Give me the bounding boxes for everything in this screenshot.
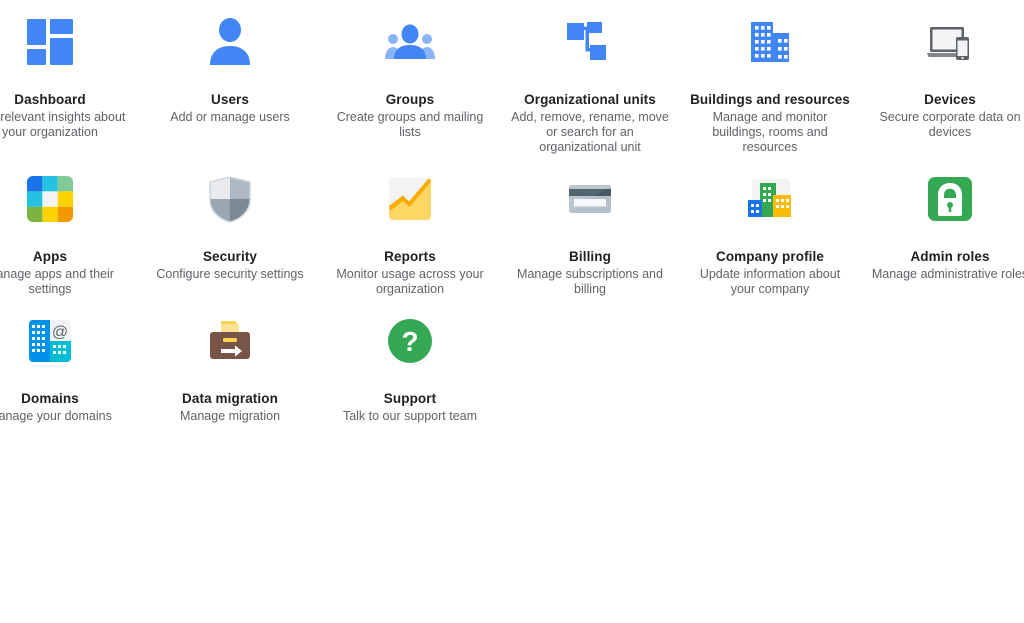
app-tile-grid: Dashboard See relevant insights about yo…: [0, 14, 1024, 440]
tile-description: Monitor usage across your organization: [336, 267, 484, 296]
tile-title: Organizational units: [524, 92, 656, 107]
admin-console-home: Dashboard See relevant insights about yo…: [0, 0, 1024, 623]
tile-organizational-units[interactable]: Organizational units Add, remove, rename…: [500, 14, 680, 155]
tile-title: Security: [202, 249, 258, 264]
tile-title: Domains: [21, 391, 79, 406]
padlock-icon: [922, 171, 978, 227]
tile-title: Admin roles: [910, 249, 990, 264]
dashboard-grid-icon: [22, 14, 78, 70]
tile-description: Manage and monitor buildings, rooms and …: [712, 110, 828, 154]
tile-devices[interactable]: Devices Secure corporate data on devices: [860, 14, 1024, 155]
tile-title: Users: [210, 92, 250, 107]
tile-title: Devices: [924, 92, 976, 107]
tile-title: Support: [383, 391, 437, 406]
tile-description: Configure security settings: [156, 267, 304, 281]
tile-title: Buildings and resources: [690, 92, 850, 107]
tile-description: Manage administrative roles: [871, 267, 1024, 281]
tile-title: Reports: [384, 249, 436, 264]
tile-apps[interactable]: Apps Manage apps and their settings: [0, 171, 140, 297]
tile-groups[interactable]: Groups Create groups and mailing lists: [320, 14, 500, 155]
tile-title: Company profile: [715, 249, 824, 264]
tile-dashboard[interactable]: Dashboard See relevant insights about yo…: [0, 14, 140, 155]
tile-title: Data migration: [182, 391, 278, 406]
tile-description: Add or manage users: [170, 110, 290, 124]
question-mark-circle-icon: ?: [382, 313, 438, 369]
svg-text:@: @: [52, 324, 68, 341]
tile-description: Manage subscriptions and billing: [517, 267, 663, 296]
tile-users[interactable]: Users Add or manage users: [140, 14, 320, 155]
tile-description: See relevant insights about your organiz…: [0, 110, 126, 139]
tile-description: Manage apps and their settings: [0, 267, 114, 296]
tile-description: Update information about your company: [699, 267, 841, 296]
tile-admin-roles[interactable]: Admin roles Manage administrative roles: [860, 171, 1024, 297]
tile-description: Create groups and mailing lists: [336, 110, 484, 139]
apps-color-grid-icon: [22, 171, 78, 227]
tile-title: Groups: [385, 92, 435, 107]
tile-domains[interactable]: @ Domains Manage your domains: [0, 313, 140, 424]
tile-title: Billing: [569, 249, 611, 264]
file-drawer-arrow-icon: [202, 313, 258, 369]
tile-description: Talk to our support team: [342, 409, 478, 423]
tile-security[interactable]: Security Configure security settings: [140, 171, 320, 297]
tile-title: Dashboard: [14, 92, 86, 107]
building-icon: [742, 14, 798, 70]
tile-support[interactable]: ? Support Talk to our support team: [320, 313, 500, 424]
tile-title: Apps: [32, 249, 68, 264]
svg-text:?: ?: [401, 326, 418, 357]
tile-company-profile[interactable]: Company profile Update information about…: [680, 171, 860, 297]
tile-description: Manage migration: [179, 409, 281, 423]
shield-icon: [202, 171, 258, 227]
org-tree-icon: [562, 14, 618, 70]
tile-billing[interactable]: Billing Manage subscriptions and billing: [500, 171, 680, 297]
company-buildings-icon: [742, 171, 798, 227]
laptop-phone-icon: [922, 14, 978, 70]
tile-description: Manage your domains: [0, 409, 112, 423]
tile-data-migration[interactable]: Data migration Manage migration: [140, 313, 320, 424]
tile-buildings-and-resources[interactable]: Buildings and resources Manage and monit…: [680, 14, 860, 155]
tile-description: Add, remove, rename, move or search for …: [511, 110, 669, 154]
domains-at-icon: @: [22, 313, 78, 369]
credit-card-icon: [562, 171, 618, 227]
tile-reports[interactable]: Reports Monitor usage across your organi…: [320, 171, 500, 297]
tile-description: Secure corporate data on devices: [879, 110, 1021, 139]
chart-trend-icon: [382, 171, 438, 227]
groups-people-icon: [382, 14, 438, 70]
user-person-icon: [202, 14, 258, 70]
